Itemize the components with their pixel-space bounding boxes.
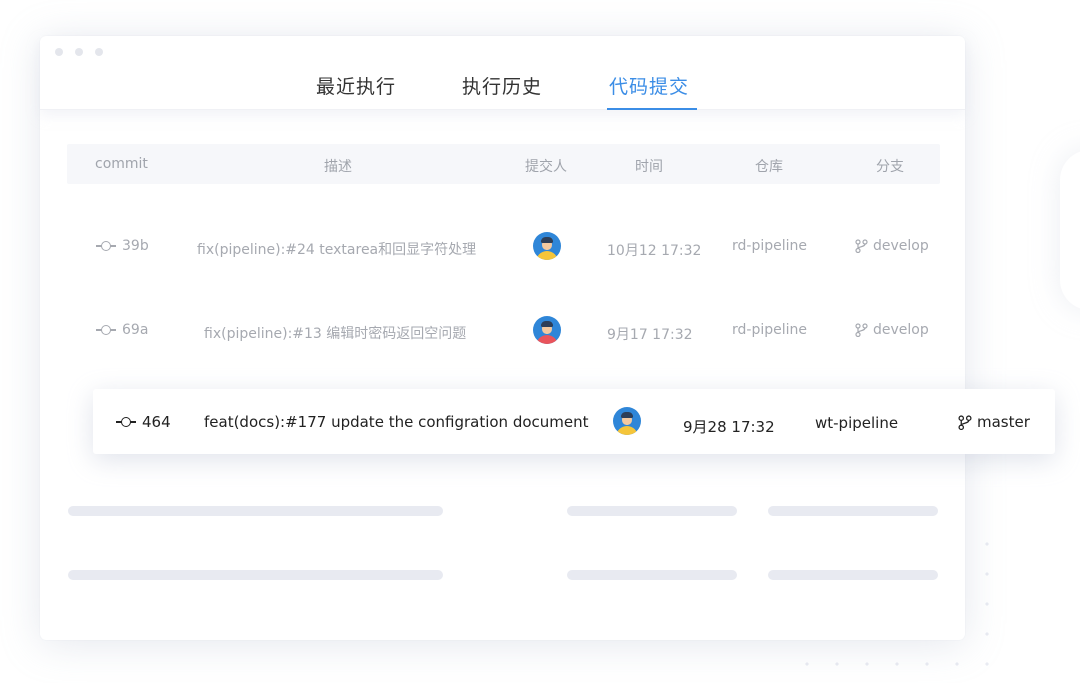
repo-name[interactable]: rd-pipeline — [732, 322, 807, 338]
column-header-author[interactable]: 提交人 — [525, 156, 567, 176]
window-dot-minimize[interactable] — [75, 48, 83, 56]
repo-name[interactable]: rd-pipeline — [732, 238, 807, 254]
skeleton-line — [567, 570, 737, 580]
tab-recent-runs[interactable]: 最近执行 — [316, 72, 396, 106]
tab-code-commits[interactable]: 代码提交 — [606, 72, 698, 110]
window-dot-maximize[interactable] — [95, 48, 103, 56]
git-branch-icon — [855, 239, 868, 253]
commit-cell[interactable]: 39b — [96, 238, 149, 254]
git-commit-icon — [96, 240, 116, 252]
skeleton-line — [567, 506, 737, 516]
column-header-description[interactable]: 描述 — [324, 156, 352, 176]
commit-cell[interactable]: 464 — [116, 413, 171, 431]
git-branch-icon — [958, 414, 972, 430]
decorative-side-glow — [1060, 150, 1080, 310]
author-avatar[interactable] — [533, 316, 561, 344]
tab-bar: 最近执行 执行历史 代码提交 — [40, 72, 965, 110]
branch-name: master — [977, 413, 1030, 431]
branch-cell[interactable]: develop — [855, 322, 929, 338]
git-branch-icon — [855, 323, 868, 337]
repo-name[interactable]: wt-pipeline — [815, 414, 898, 432]
table-row[interactable]: 69a fix(pipeline):#13 编辑时密码返回空问题 9月17 17… — [67, 311, 940, 351]
highlighted-commit-row[interactable]: 464 feat(docs):#177 update the configrat… — [93, 389, 1055, 454]
commit-cell[interactable]: 69a — [96, 322, 148, 338]
commit-description[interactable]: fix(pipeline):#13 编辑时密码返回空问题 — [204, 323, 466, 343]
commit-hash: 464 — [142, 413, 171, 431]
author-avatar[interactable] — [613, 407, 641, 435]
author-avatar[interactable] — [533, 232, 561, 260]
commit-time: 9月28 17:32 — [683, 418, 775, 436]
commit-description[interactable]: fix(pipeline):#24 textarea和回显字符处理 — [197, 239, 476, 259]
window-header: 最近执行 执行历史 代码提交 — [40, 36, 965, 110]
commit-time: 10月12 17:32 — [607, 243, 702, 259]
column-header-repo[interactable]: 仓库 — [755, 156, 783, 176]
table-row[interactable]: 39b fix(pipeline):#24 textarea和回显字符处理 10… — [67, 227, 940, 267]
skeleton-line — [768, 506, 938, 516]
branch-name: develop — [873, 322, 929, 338]
commit-hash: 69a — [122, 322, 149, 338]
column-header-branch[interactable]: 分支 — [876, 156, 904, 176]
app-window: 最近执行 执行历史 代码提交 commit 描述 提交人 时间 仓库 分支 39… — [40, 36, 965, 640]
tab-run-history[interactable]: 执行历史 — [462, 72, 542, 106]
skeleton-line — [768, 570, 938, 580]
git-commit-icon — [96, 324, 116, 336]
column-header-time[interactable]: 时间 — [635, 156, 663, 176]
commit-time: 9月17 17:32 — [607, 327, 693, 343]
window-dot-close[interactable] — [55, 48, 63, 56]
skeleton-line — [68, 506, 443, 516]
git-commit-icon — [116, 416, 136, 428]
commit-hash: 39b — [122, 238, 149, 254]
skeleton-line — [68, 570, 443, 580]
window-controls — [55, 48, 103, 56]
column-header-commit[interactable]: commit — [95, 156, 148, 172]
branch-name: develop — [873, 238, 929, 254]
branch-cell[interactable]: develop — [855, 238, 929, 254]
commit-description[interactable]: feat(docs):#177 update the configration … — [204, 413, 589, 431]
table-header: commit 描述 提交人 时间 仓库 分支 — [67, 144, 940, 184]
branch-cell[interactable]: master — [958, 413, 1030, 431]
